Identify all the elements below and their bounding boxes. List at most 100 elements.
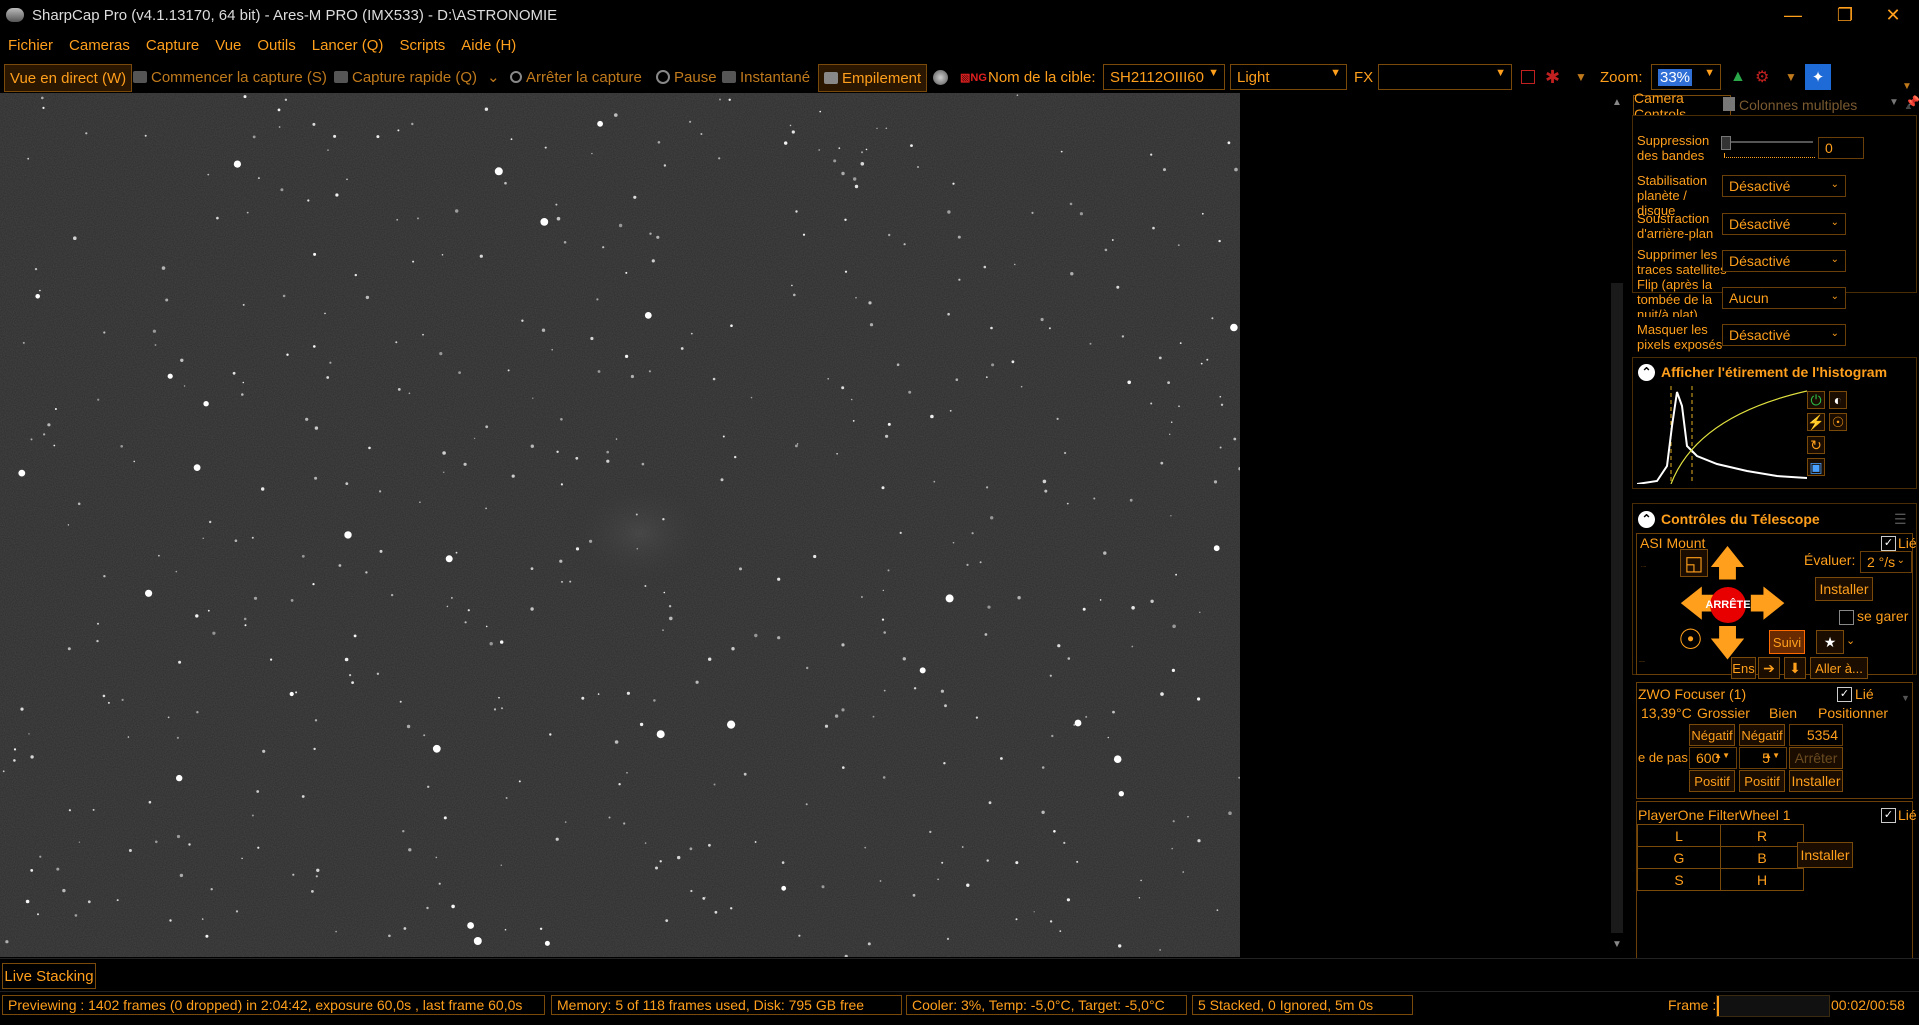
vertical-scrollbar[interactable]: ▲ ▼ (1608, 93, 1626, 957)
chevron-down-icon[interactable]: ▼ (1889, 97, 1899, 108)
restore-icon[interactable]: ❐ (1822, 0, 1868, 30)
coarse-step-input[interactable]: 600 ▲▼ (1689, 747, 1737, 769)
star (128, 849, 132, 852)
close-icon[interactable]: ✕ (1870, 0, 1916, 30)
lock-icon[interactable]: ☉ (1829, 413, 1847, 431)
filterwheel-install-button[interactable]: Installer (1797, 842, 1853, 868)
star (689, 847, 693, 851)
roi-icon[interactable] (1521, 64, 1535, 90)
ens-button[interactable]: Ens (1731, 657, 1756, 679)
flip-select[interactable]: Aucun ⌄ (1722, 287, 1846, 309)
star (96, 639, 99, 643)
telescope-icon[interactable]: ✦ (1805, 64, 1831, 90)
stacking-button[interactable]: Empilement (818, 64, 928, 92)
home-target-icon[interactable]: ☉ (1678, 626, 1703, 654)
chevron-down-icon[interactable]: ▼ (1785, 64, 1797, 90)
coarse-negative-button[interactable]: Négatif (1689, 724, 1735, 746)
panel-scroll-down-icon[interactable]: ▼ (1901, 693, 1910, 703)
filter-cell[interactable]: B (1720, 846, 1804, 869)
quick-capture-button[interactable]: Capture rapide (Q) (334, 64, 477, 90)
image-preview[interactable] (0, 93, 1240, 957)
chevron-down-icon[interactable]: ▼ (1575, 64, 1587, 90)
histogram-plot[interactable] (1637, 386, 1807, 484)
mount-linked-checkbox[interactable]: ✓ (1881, 536, 1896, 551)
ng-icon[interactable]: ▧NG (960, 64, 987, 90)
goto-button[interactable]: Aller à... (1810, 657, 1868, 679)
focuser-install-button[interactable]: Installer (1789, 770, 1843, 792)
stop-mount-button[interactable]: ARRÊTE (1705, 587, 1751, 623)
target-name-select[interactable]: SH2112OIII60 ▼ (1103, 64, 1225, 90)
minimize-icon[interactable]: — (1770, 0, 1816, 30)
snapshot-button[interactable]: Instantané (722, 64, 810, 90)
satellite-trails-select[interactable]: Désactivé ⌄ (1722, 250, 1846, 272)
fine-step-input[interactable]: 5 ▲▼ (1739, 747, 1787, 769)
quick-capture-dropdown-icon[interactable]: ⌄ (487, 64, 500, 90)
menu-vue[interactable]: Vue (215, 37, 241, 54)
spinner-icon[interactable]: ▲▼ (1764, 751, 1780, 760)
background-subtraction-select[interactable]: Désactivé ⌄ (1722, 213, 1846, 235)
filter-cell[interactable]: L (1637, 824, 1721, 847)
mount-install-button[interactable]: Installer (1815, 577, 1873, 601)
fine-negative-button[interactable]: Négatif (1739, 724, 1785, 746)
position-input[interactable]: 5354 (1789, 724, 1843, 746)
filter-cell[interactable]: H (1720, 868, 1804, 891)
fine-positive-button[interactable]: Positif (1739, 770, 1785, 792)
star (739, 567, 742, 571)
stop-capture-button[interactable]: Arrêter la capture (510, 64, 642, 90)
tab-multiple-columns[interactable]: Colonnes multiples (1739, 97, 1857, 113)
spinner-icon[interactable]: ▲▼ (1714, 751, 1730, 760)
banding-slider-handle[interactable] (1721, 136, 1731, 150)
filterwheel-linked-checkbox[interactable]: ✓ (1881, 808, 1896, 823)
arrow-up-icon[interactable]: 🡅 (1709, 545, 1746, 581)
reset-icon[interactable]: ↻ (1807, 436, 1825, 454)
stabilisation-select[interactable]: Désactivé ⌄ (1722, 175, 1846, 197)
menu-scripts[interactable]: Scripts (399, 37, 445, 54)
spiral-icon[interactable]: ◱ (1680, 549, 1708, 577)
tab-camera-controls[interactable]: Camera Controls (1633, 90, 1731, 122)
banding-value-input[interactable]: 0 (1818, 137, 1864, 159)
menu-cameras[interactable]: Cameras (69, 37, 130, 54)
pause-button[interactable]: Pause (656, 64, 717, 90)
contrast-icon[interactable]: ◐ (1829, 391, 1847, 409)
live-stacking-tab[interactable]: Live Stacking (2, 963, 96, 989)
live-view-button[interactable]: Vue en direct (W) (4, 64, 133, 92)
moon-icon[interactable] (933, 64, 948, 90)
start-capture-button[interactable]: Commencer la capture (S) (133, 64, 327, 90)
arrow-right-small-icon[interactable]: ➔ (1758, 657, 1780, 679)
collapse-icon[interactable]: ⌃ (1638, 364, 1655, 381)
menu-outils[interactable]: Outils (257, 37, 295, 54)
collapse-icon[interactable]: ⌃ (1638, 511, 1655, 528)
focuser-linked-checkbox[interactable]: ✓ (1837, 687, 1852, 702)
focuser-stop-button[interactable]: Arrêter (1789, 747, 1843, 769)
crosshair-icon[interactable]: ✱ (1545, 64, 1560, 90)
park-checkbox[interactable] (1839, 610, 1854, 625)
coarse-positive-button[interactable]: Positif (1689, 770, 1735, 792)
rate-select[interactable]: 2 °/s ⌄ (1860, 551, 1912, 573)
mask-exposed-select[interactable]: Désactivé ⌄ (1722, 324, 1846, 346)
filter-cell[interactable]: S (1637, 868, 1721, 891)
frame-type-select[interactable]: Light ▼ (1230, 64, 1347, 90)
power-icon[interactable]: ⏻ (1807, 391, 1825, 409)
tracking-button[interactable]: Suivi (1769, 630, 1805, 654)
filter-cell[interactable]: G (1637, 846, 1721, 869)
target-icon[interactable]: ⚙ (1755, 64, 1769, 90)
panel-scroll-up-icon[interactable]: ▲ (1904, 101, 1913, 111)
menu-fichier[interactable]: Fichier (8, 37, 53, 54)
scroll-thumb[interactable] (1611, 283, 1623, 933)
zoom-select[interactable]: 33% ▼ (1651, 64, 1721, 90)
save-icon[interactable]: ▣ (1807, 458, 1825, 476)
arrow-down-icon[interactable]: 🡇 (1709, 625, 1746, 661)
star-icon[interactable]: ★ (1816, 630, 1844, 654)
filter-cell[interactable]: R (1720, 824, 1804, 847)
fx-select[interactable]: ▼ (1378, 64, 1512, 90)
menu-icon[interactable]: ☰ (1894, 511, 1907, 528)
lightning-icon[interactable]: ⚡ (1807, 413, 1825, 431)
banding-slider[interactable] (1723, 141, 1813, 143)
menu-aide[interactable]: Aide (H) (461, 37, 516, 54)
histogram-icon[interactable]: ▲ (1730, 64, 1746, 90)
chevron-down-icon[interactable]: ⌄ (1846, 634, 1855, 647)
menu-capture[interactable]: Capture (146, 37, 199, 54)
menu-lancer[interactable]: Lancer (Q) (312, 37, 384, 54)
arrow-down-small-icon[interactable]: ⬇ (1784, 657, 1806, 679)
arrow-right-icon[interactable]: 🡆 (1749, 586, 1786, 622)
